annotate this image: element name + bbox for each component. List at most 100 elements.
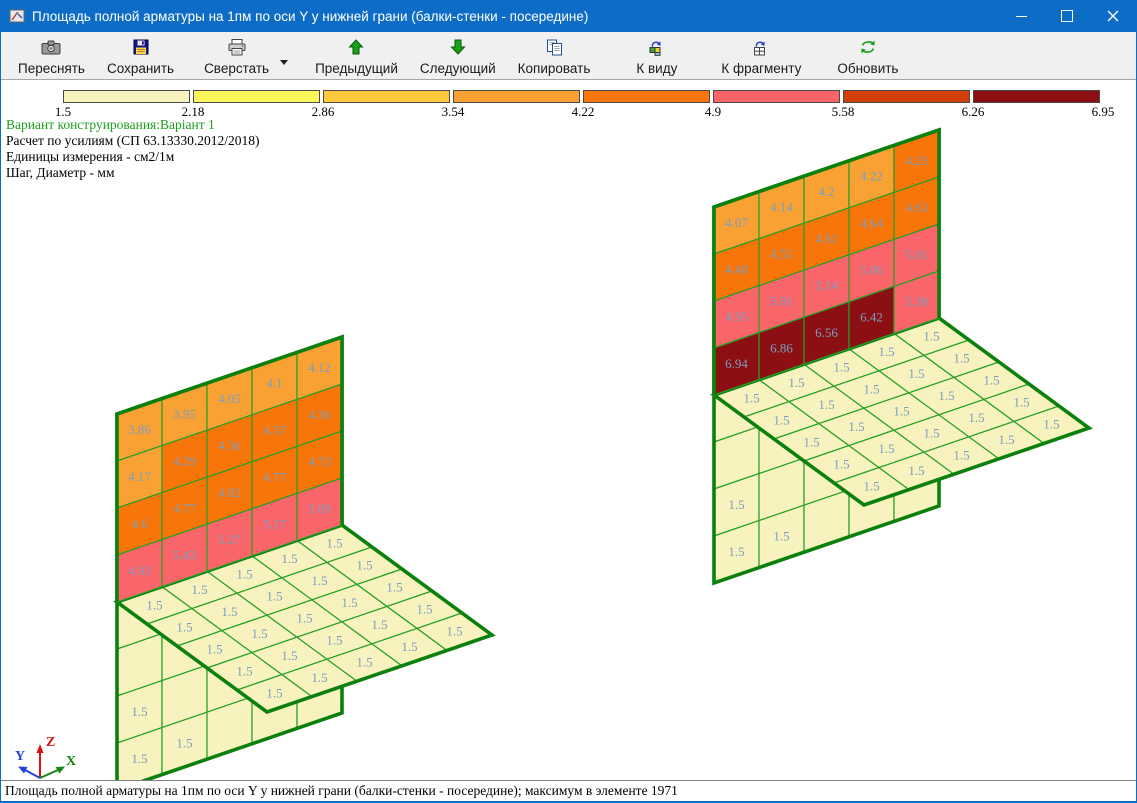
wall-cell-value: 4.73 bbox=[308, 454, 331, 469]
slab-cell-value: 1.5 bbox=[1043, 417, 1059, 432]
wall-cell-value: 3.86 bbox=[128, 422, 151, 437]
slab-cell-value: 1.5 bbox=[788, 375, 804, 390]
slab-cell-value: 1.5 bbox=[818, 397, 834, 412]
scale-segment bbox=[193, 90, 320, 103]
minimize-icon bbox=[1016, 16, 1027, 17]
slab-cell-value: 1.5 bbox=[326, 633, 342, 648]
toolbar: Переснять Сохранить bbox=[1, 32, 1136, 80]
to-view-label: К виду bbox=[636, 61, 677, 76]
slab-cell-value: 1.5 bbox=[908, 463, 924, 478]
slab-cell-value: 1.5 bbox=[833, 360, 849, 375]
slab-cell-value: 1.5 bbox=[236, 663, 252, 678]
wall-cell-value: 4.07 bbox=[725, 215, 748, 230]
slab-cell-value: 1.5 bbox=[266, 685, 282, 700]
slab-cell-value: 1.5 bbox=[221, 604, 237, 619]
scale-tick-label: 5.58 bbox=[832, 104, 855, 120]
slab-cell-value: 1.5 bbox=[356, 558, 372, 573]
slab-cell-value: 1.5 bbox=[893, 404, 909, 419]
right-beam-wall: 1.5 1.5 1.5 1.5 1.5 1.5 1.5 1.5 1.5 1.5 1.5 1.5 1.5 1… bbox=[714, 130, 1089, 583]
wall-cell-value: 4.48 bbox=[725, 262, 748, 277]
wall-cell-value: 4.36 bbox=[308, 407, 331, 422]
print-options-caret[interactable] bbox=[280, 32, 292, 79]
slab-cell-value: 1.5 bbox=[878, 344, 894, 359]
slab-cell-value: 1.5 bbox=[833, 456, 849, 471]
to-fragment-button[interactable]: К фрагменту bbox=[710, 32, 812, 79]
to-view-icon bbox=[648, 37, 666, 57]
wall-cell-value: 5.01 bbox=[770, 293, 793, 308]
slab-cell-value: 1.5 bbox=[251, 626, 267, 641]
wall-cell-value: 6.56 bbox=[815, 325, 838, 340]
wall-lower-cell-value: 1.5 bbox=[176, 735, 192, 750]
to-view-button[interactable]: К виду bbox=[625, 32, 688, 79]
slab-cell-value: 1.5 bbox=[446, 624, 462, 639]
wall-cell-value: 4.93 bbox=[128, 563, 151, 578]
wall-cell-value: 5.17 bbox=[263, 517, 286, 532]
previous-button[interactable]: Предыдущий bbox=[304, 32, 409, 79]
y-axis-arrow bbox=[25, 770, 40, 778]
scale-segment bbox=[453, 90, 580, 103]
wall-cell-value: 4.37 bbox=[263, 423, 286, 438]
slab-cell-value: 1.5 bbox=[311, 573, 327, 588]
plot-canvas: 1.5 1.5 1.5 1.5 1.5 1.5 1.5 1.5 1.5 1.5 1.5 1.5 1.5 1… bbox=[1, 80, 1136, 781]
refresh-icon bbox=[859, 37, 877, 57]
wall-cell-value: 4.82 bbox=[218, 485, 241, 500]
close-button[interactable] bbox=[1090, 0, 1136, 32]
wall-cell-value: 4.95 bbox=[725, 309, 748, 324]
wall-cell-value: 4.29 bbox=[173, 453, 196, 468]
slab-cell-value: 1.5 bbox=[386, 580, 402, 595]
wall-lower-cell-value: 1.5 bbox=[131, 704, 147, 719]
left-beam-wall: 1.5 1.5 1.5 1.5 1.5 1.5 1.5 1.5 1.5 1.5 1.5 1.5 1.5 1… bbox=[117, 337, 492, 781]
arrow-down-icon bbox=[450, 37, 466, 57]
slab-cell-value: 1.5 bbox=[998, 432, 1014, 447]
axes-triad: Z Y X bbox=[13, 732, 77, 781]
save-icon bbox=[133, 37, 149, 57]
slab-cell-value: 1.5 bbox=[983, 373, 999, 388]
slab-cell-value: 1.5 bbox=[968, 410, 984, 425]
save-label: Сохранить bbox=[107, 61, 174, 76]
save-button[interactable]: Сохранить bbox=[96, 32, 185, 79]
refresh-label: Обновить bbox=[837, 61, 898, 76]
wall-cell-value: 6.42 bbox=[860, 310, 883, 325]
print-button[interactable]: Сверстать bbox=[193, 32, 280, 79]
window-title: Площадь полной арматуры на 1пм по оси Y … bbox=[32, 9, 588, 24]
wall-cell-value: 4.77 bbox=[263, 470, 286, 485]
refresh-button[interactable]: Обновить bbox=[826, 32, 909, 79]
minimize-button[interactable] bbox=[998, 0, 1044, 32]
slab-cell-value: 1.5 bbox=[236, 567, 252, 582]
wall-cell-value: 3.95 bbox=[173, 406, 196, 421]
wall-cell-value: 5.09 bbox=[308, 501, 331, 516]
step-annotation: Шаг, Диаметр - мм bbox=[6, 165, 260, 181]
resnapshot-button[interactable]: Переснять bbox=[7, 32, 96, 79]
slab-cell-value: 1.5 bbox=[773, 412, 789, 427]
slab-cell-value: 1.5 bbox=[923, 329, 939, 344]
slab-cell-value: 1.5 bbox=[326, 536, 342, 551]
copy-button[interactable]: Копировать bbox=[507, 32, 602, 79]
wall-cell-value: 4.6 bbox=[131, 516, 148, 531]
wall-cell-value: 5.43 bbox=[173, 547, 196, 562]
slab-cell-value: 1.5 bbox=[416, 602, 432, 617]
wall-cell-value: 5.14 bbox=[815, 278, 838, 293]
slab-cell-value: 1.5 bbox=[878, 441, 894, 456]
slab-cell-value: 1.5 bbox=[923, 426, 939, 441]
scale-tick-label: 6.26 bbox=[962, 104, 985, 120]
x-axis-label: X bbox=[66, 754, 76, 769]
wall-lower-cell-value: 1.5 bbox=[773, 528, 789, 543]
wall-cell-value: 5.06 bbox=[860, 263, 883, 278]
scale-tick-label: 2.86 bbox=[312, 104, 335, 120]
slab-cell-value: 1.5 bbox=[863, 478, 879, 493]
wall-cell-value: 4.14 bbox=[770, 199, 793, 214]
slab-cell-value: 1.5 bbox=[953, 448, 969, 463]
wall-cell-value: 6.94 bbox=[725, 356, 748, 371]
camera-icon bbox=[41, 37, 61, 57]
app-icon bbox=[9, 8, 25, 24]
wall-cell-value: 4.36 bbox=[218, 438, 241, 453]
status-text: Площадь полной арматуры на 1пм по оси Y … bbox=[5, 783, 678, 799]
maximize-button[interactable] bbox=[1044, 0, 1090, 32]
copy-icon bbox=[546, 37, 563, 57]
window-controls bbox=[998, 0, 1136, 32]
wall-cell-value: 4.22 bbox=[860, 169, 883, 184]
next-button[interactable]: Следующий bbox=[409, 32, 507, 79]
slab-cell-value: 1.5 bbox=[848, 419, 864, 434]
wall-cell-value: 5.01 bbox=[905, 247, 928, 262]
slab-cell-value: 1.5 bbox=[401, 639, 417, 654]
